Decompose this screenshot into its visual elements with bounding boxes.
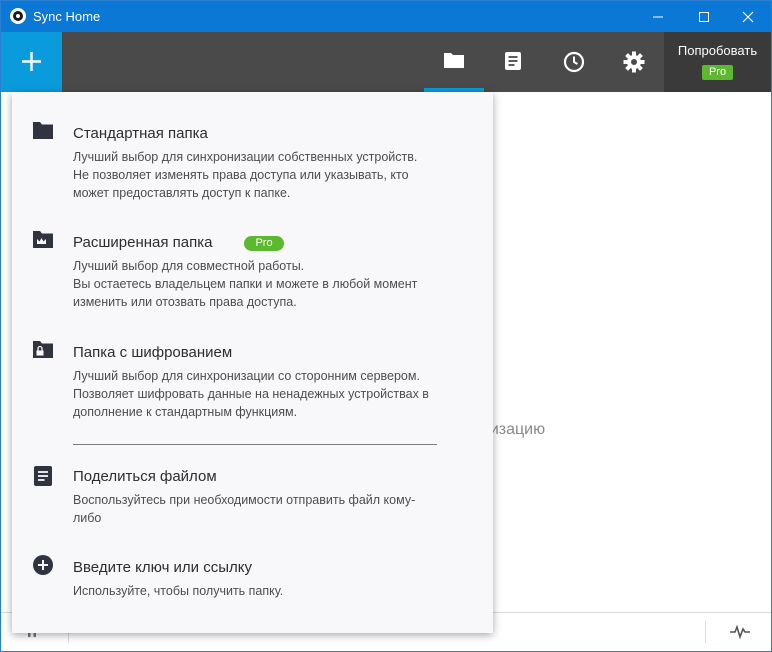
maximize-icon: [699, 12, 709, 22]
gear-icon: [623, 51, 645, 73]
menu-item-desc: Лучший выбор для синхронизации со сторон…: [73, 369, 429, 419]
try-pro-label: Попробовать: [677, 43, 758, 58]
app-logo-icon: [10, 8, 26, 24]
lock-folder-icon: [33, 341, 53, 358]
maximize-button[interactable]: [681, 1, 727, 32]
menu-item-standard-folder[interactable]: Стандартная папка Лучший выбор для синхр…: [12, 92, 493, 212]
toolbar: Попробовать Pro: [1, 32, 771, 92]
menu-item-title: Стандартная папка: [73, 125, 208, 142]
menu-item-title: Папка с шифрованием: [73, 344, 233, 361]
folder-icon: [33, 122, 53, 139]
menu-item-advanced-folder[interactable]: Расширенная папка Лучший выбор для совме…: [12, 212, 493, 322]
activity-icon[interactable]: [729, 625, 751, 639]
history-icon: [563, 51, 585, 73]
try-pro-button[interactable]: Попробовать Pro: [664, 32, 771, 92]
menu-separator: [73, 444, 437, 445]
app-window: Sync Home Попробовать Pro низацию Станда…: [0, 0, 772, 652]
menu-item-encrypted-folder[interactable]: Папка с шифрованием Лучший выбор для син…: [12, 322, 493, 432]
close-button[interactable]: [725, 1, 771, 32]
menu-item-desc: Лучший выбор для совместной работы. Вы о…: [73, 259, 418, 309]
tab-folders[interactable]: [424, 32, 484, 92]
menu-item-desc: Используйте, чтобы получить папку.: [73, 584, 284, 598]
pro-badge: Pro: [702, 65, 733, 80]
status-divider: [705, 621, 706, 643]
plus-icon: [22, 52, 41, 71]
tab-notes[interactable]: [484, 32, 544, 92]
plus-circle-icon: [33, 555, 53, 575]
tab-history[interactable]: [544, 32, 604, 92]
file-icon: [34, 466, 52, 486]
menu-item-desc: Лучший выбор для синхронизации собственн…: [73, 150, 418, 200]
menu-item-desc: Воспользуйтесь при необходимости отправи…: [73, 493, 416, 525]
add-button[interactable]: [1, 32, 62, 92]
notes-icon: [505, 52, 521, 70]
menu-item-share-file[interactable]: Поделиться файлом Воспользуйтесь при нео…: [12, 452, 493, 540]
pro-badge: Pro: [244, 236, 284, 251]
window-title: Sync Home: [33, 9, 101, 24]
minimize-icon: [653, 16, 663, 18]
minimize-button[interactable]: [635, 1, 681, 32]
menu-item-title: Введите ключ или ссылку: [73, 559, 252, 576]
menu-item-title: Расширенная папка: [73, 234, 213, 251]
close-icon: [742, 11, 754, 23]
folder-icon: [444, 53, 464, 68]
menu-item-title: Поделиться файлом: [73, 468, 217, 485]
title-bar[interactable]: Sync Home: [1, 1, 771, 32]
add-menu: Стандартная папка Лучший выбор для синхр…: [12, 92, 493, 633]
menu-item-enter-key[interactable]: Введите ключ или ссылку Используйте, что…: [12, 540, 493, 620]
crown-folder-icon: [33, 231, 53, 248]
tab-settings[interactable]: [604, 32, 664, 92]
